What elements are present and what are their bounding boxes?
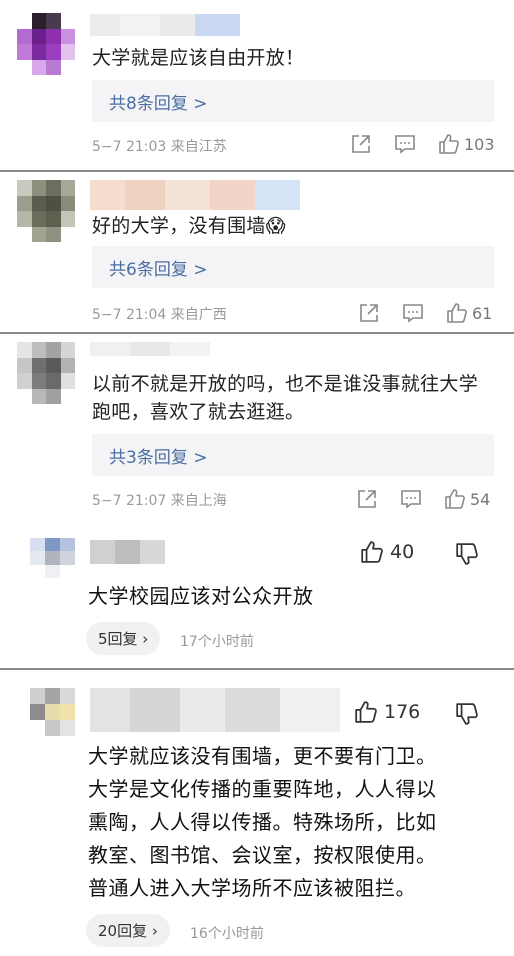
comment-card-3: 以前不就是开放的吗，也不是谁没事就往大学 跑吧，喜欢了就去逛逛。 共3条回复 >… (0, 334, 514, 528)
comment-card-4: 40 大学校园应该对公众开放 5回复 › 17个小时前 (0, 528, 514, 668)
avatar[interactable] (30, 688, 75, 736)
like-control[interactable]: 176 (354, 700, 420, 724)
like-control[interactable]: 40 (360, 540, 414, 564)
like-count: 61 (472, 303, 493, 323)
avatar[interactable] (17, 342, 75, 404)
avatar[interactable] (30, 538, 75, 578)
username-blurred[interactable] (90, 342, 210, 356)
comment-text: 好的大学，没有围墙😱 (92, 215, 286, 237)
thumbs-up-icon[interactable] (446, 302, 468, 324)
comment-text: 大学校园应该对公众开放 (88, 584, 314, 608)
comment-text-line-3: 熏陶，人人得以传播。特殊场所，比如 (88, 810, 437, 834)
share-icon[interactable] (350, 133, 372, 155)
action-bar: 61 (358, 302, 492, 324)
username-blurred[interactable] (90, 540, 165, 564)
like-count: 54 (470, 489, 491, 509)
comment-card-5: 176 大学就应该没有围墙，更不要有门卫。 大学是文化传播的重要阵地，人人得以 … (0, 670, 514, 956)
avatar[interactable] (17, 180, 75, 242)
thumbs-up-icon[interactable] (444, 488, 466, 510)
thumbs-up-icon[interactable] (354, 700, 378, 724)
view-replies-button[interactable]: 5回复 › (86, 622, 161, 655)
comment-text-line-2: 跑吧，喜欢了就去逛逛。 (92, 401, 305, 423)
thumbs-up-icon[interactable] (360, 540, 384, 564)
comment-icon[interactable] (402, 302, 424, 324)
comment-meta: 5−7 21:03 来自江苏 (92, 139, 227, 155)
username-blurred[interactable] (90, 14, 240, 36)
view-replies-button[interactable]: 共3条回复 > (92, 434, 494, 476)
comment-time: 17个小时前 (180, 634, 254, 650)
comment-text: 大学就是应该自由开放！ (92, 47, 305, 69)
comment-text-line-2: 大学是文化传播的重要阵地，人人得以 (88, 777, 437, 801)
like-count: 40 (390, 541, 415, 563)
comment-time: 16个小时前 (190, 926, 264, 942)
comment-icon[interactable] (400, 488, 422, 510)
like-count: 176 (384, 701, 421, 723)
share-icon[interactable] (356, 488, 378, 510)
thumbs-down-icon[interactable] (455, 702, 479, 726)
thumbs-down-icon[interactable] (455, 542, 479, 566)
comment-text-line-1: 以前不就是开放的吗，也不是谁没事就往大学 (92, 373, 479, 395)
username-blurred[interactable] (90, 180, 300, 210)
view-replies-button[interactable]: 20回复 › (86, 914, 170, 947)
comment-text-line-1: 大学就应该没有围墙，更不要有门卫。 (88, 744, 437, 768)
action-bar: 54 (356, 488, 490, 510)
view-replies-button[interactable]: 共6条回复 > (92, 246, 494, 288)
action-bar: 103 (350, 133, 495, 155)
comment-icon[interactable] (394, 133, 416, 155)
comment-card-1: 大学就是应该自由开放！ 共8条回复 > 5−7 21:03 来自江苏 103 (0, 0, 514, 170)
username-blurred[interactable] (90, 688, 340, 732)
comment-meta: 5−7 21:07 来自上海 (92, 493, 227, 509)
like-count: 103 (464, 134, 495, 154)
thumbs-up-icon[interactable] (438, 133, 460, 155)
comment-meta: 5−7 21:04 来自广西 (92, 307, 227, 323)
avatar[interactable] (17, 13, 75, 75)
comment-text-line-4: 教室、图书馆、会议室，按权限使用。 (88, 843, 437, 867)
comment-text-line-5: 普通人进入大学场所不应该被阻拦。 (88, 876, 416, 900)
share-icon[interactable] (358, 302, 380, 324)
view-replies-button[interactable]: 共8条回复 > (92, 80, 494, 122)
comment-card-2: 好的大学，没有围墙😱 共6条回复 > 5−7 21:04 来自广西 61 (0, 172, 514, 332)
